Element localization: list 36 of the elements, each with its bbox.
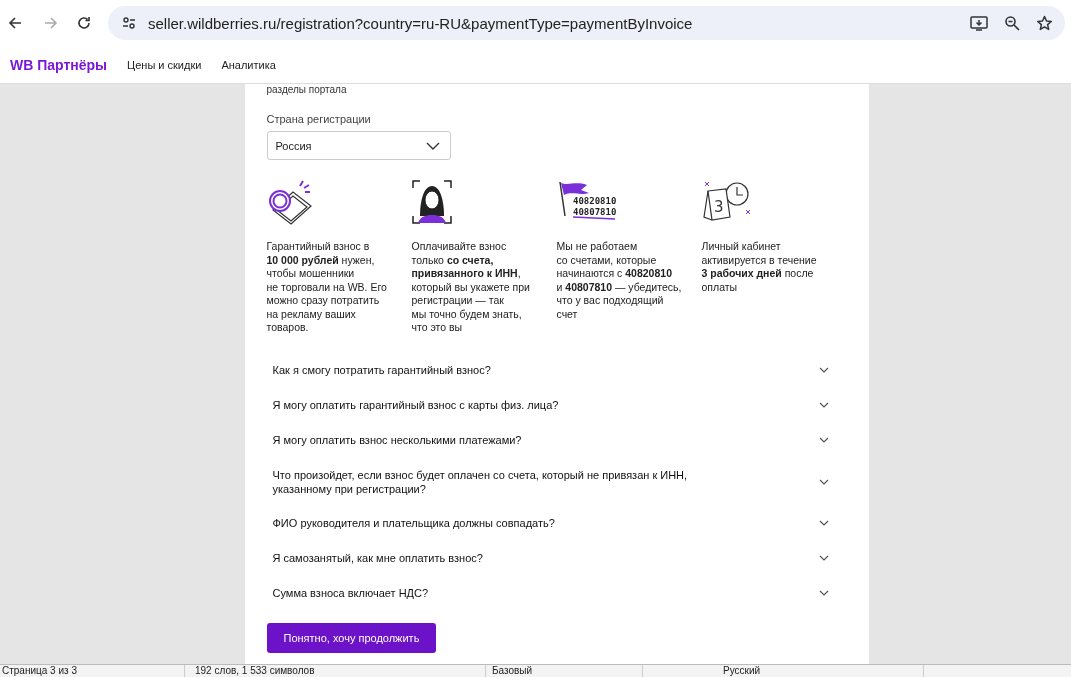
calendar-and-clock-drawing bbox=[702, 181, 750, 221]
chevron-down-icon bbox=[425, 141, 440, 150]
feature-text: Гарантийный взнос в 10 000 рублей нужен, чтобы мошенники не торговали на WB. Его можно сразу потратить на рекламу ваших товаров. bbox=[266, 240, 388, 335]
status-text: Базовый bbox=[486, 665, 643, 677]
back-arrow-icon[interactable] bbox=[8, 15, 24, 31]
status-text: Русский bbox=[643, 665, 924, 677]
country-select[interactable]: Россия bbox=[266, 131, 451, 160]
strike-line bbox=[571, 216, 616, 220]
faq-question[interactable]: Я самозанятый, как мне оплатить взнос? bbox=[266, 540, 847, 576]
feature-text: Личный кабинет активируется в течение 3 рабочих дней после оплаты bbox=[701, 240, 818, 294]
zoom-icon[interactable] bbox=[1004, 15, 1020, 31]
nav-link[interactable]: Аналитика bbox=[221, 58, 276, 71]
faq-question[interactable]: Что произойдет, если взнос будет оплачен со счета, который не привязан к ИНН, указанному при регистрации? bbox=[266, 457, 847, 506]
status-text: Страница 3 из 3 bbox=[0, 665, 185, 677]
faq-question[interactable]: ФИО руководителя и плательщика должны совпадать? bbox=[266, 505, 847, 541]
intro-text: разделы портала bbox=[266, 84, 348, 96]
field-label: Страна регистрации bbox=[266, 113, 372, 125]
status-text: 192 слов, 1 533 символов bbox=[185, 665, 486, 677]
calendar-day: 3 bbox=[713, 198, 724, 216]
nav-link[interactable]: Цены и скидки bbox=[127, 58, 202, 71]
address-bar[interactable]: seller.wildberries.ru/registration?country=ru-RU&paymentType=paymentByInvoice bbox=[108, 6, 1065, 40]
site-settings-icon[interactable] bbox=[122, 16, 136, 30]
person-portrait-icon bbox=[411, 180, 452, 224]
site-logo[interactable]: WB Партнёры bbox=[10, 56, 108, 73]
feature-text: Мы не работаем со счетами, которые начинаются с 40820810 и 40807810 — убедитесь, что у вас подходящий счет bbox=[556, 240, 683, 321]
reload-icon[interactable] bbox=[76, 15, 92, 31]
faq-question[interactable]: Сумма взноса включает НДС? bbox=[266, 575, 847, 611]
faq-question[interactable]: Я могу оплатить взнос несколькими платежами? bbox=[266, 422, 847, 458]
continue-button[interactable]: Понятно, хочу продолжить bbox=[266, 622, 437, 653]
faq-question[interactable]: Я могу оплатить гарантийный взнос с карты физ. лица? bbox=[266, 387, 847, 423]
account-number: 40820810 bbox=[572, 196, 616, 206]
bookmark-star-icon[interactable] bbox=[1036, 15, 1053, 31]
feature-text: Оплачивайте взнос только со счета, привязанного к ИНН, который вы укажете при регистрации — так мы точно будем знать, что это вы bbox=[411, 240, 531, 335]
faq-question[interactable]: Как я смогу потратить гарантийный взнос? bbox=[266, 352, 847, 388]
install-icon[interactable] bbox=[970, 15, 988, 31]
account-number: 40807810 bbox=[572, 207, 616, 217]
